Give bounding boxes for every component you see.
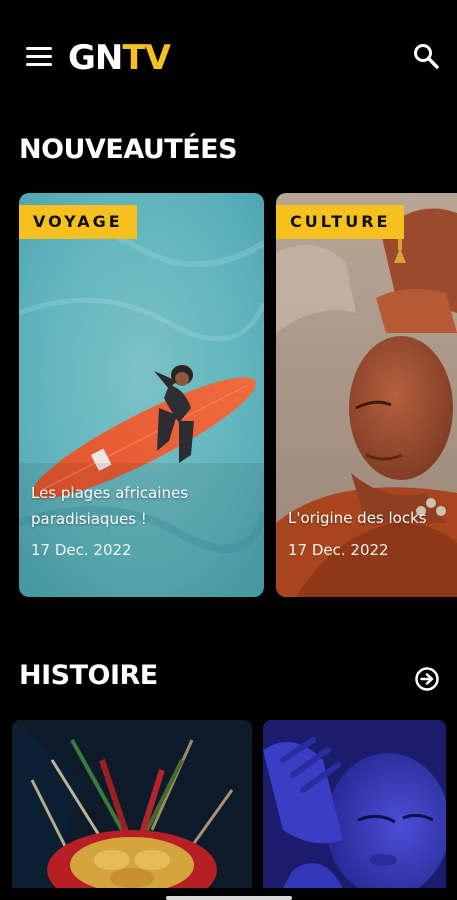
section-title-histoire: HISTOIRE (19, 660, 158, 691)
arrow-circle-right-icon[interactable] (414, 666, 440, 692)
app-logo: GNTV (68, 36, 171, 80)
logo-gn: GN (68, 38, 123, 78)
logo-tv: TV (122, 38, 171, 78)
category-badge: VOYAGE (19, 205, 137, 239)
hamburger-menu-icon[interactable] (26, 45, 54, 69)
beach-surfboard-image (19, 193, 264, 597)
blue-portrait-image (263, 720, 446, 888)
article-card-voyage[interactable]: VOYAGE Les plages africaines paradisiaqu… (19, 193, 264, 597)
article-card-culture[interactable]: CULTURE L'origine des locks 17 Dec. 2022 (276, 193, 457, 597)
section-title-nouveautees: NOUVEAUTÉES (19, 134, 238, 165)
histoire-thumbnail-1[interactable] (12, 720, 252, 888)
card-title: L'origine des locks (288, 509, 427, 527)
card-date: 17 Dec. 2022 (288, 541, 389, 559)
search-icon[interactable] (412, 42, 440, 70)
card-date: 17 Dec. 2022 (31, 541, 132, 559)
top-app-bar: GNTV (0, 0, 457, 110)
home-indicator (166, 896, 292, 900)
category-badge: CULTURE (276, 205, 405, 239)
portrait-woman-image (276, 193, 457, 597)
card-title: Les plages africaines paradisiaques ! (31, 484, 189, 528)
headdress-image (12, 720, 252, 888)
histoire-thumbnail-2[interactable] (263, 720, 446, 888)
